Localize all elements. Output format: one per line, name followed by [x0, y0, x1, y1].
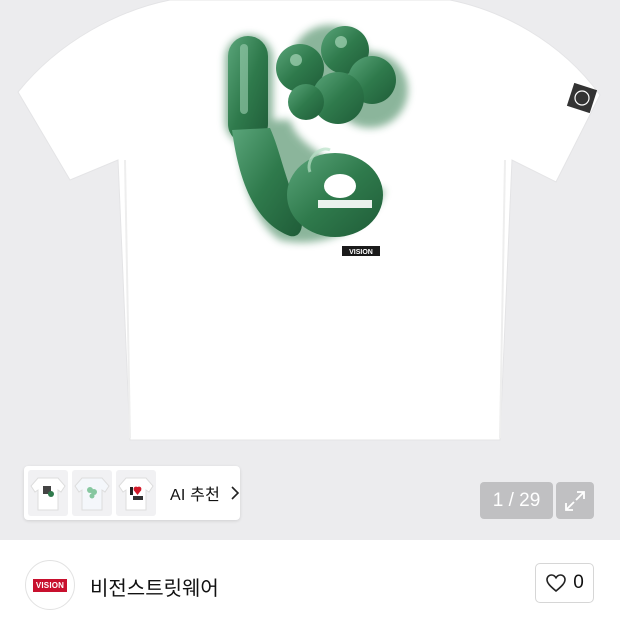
svg-text:VISION: VISION: [349, 249, 373, 256]
like-button[interactable]: 0: [535, 563, 594, 603]
heart-outline-icon: [546, 574, 567, 593]
shirt-thumb-1[interactable]: [28, 470, 68, 516]
expand-image-button[interactable]: [556, 482, 594, 519]
seller-logo-text: VISION: [32, 578, 68, 592]
like-count: 0: [573, 572, 584, 593]
ai-recommend-panel[interactable]: AI 추천: [24, 466, 240, 520]
tshirt-illustration: VISION: [17, 0, 601, 441]
shirt-thumb-2[interactable]: [72, 470, 112, 516]
expand-arrows-icon: [565, 490, 585, 511]
chevron-right-icon: [231, 486, 240, 500]
image-page-counter: 1 / 29: [480, 482, 553, 519]
seller-name[interactable]: 비전스트릿웨어: [90, 572, 219, 601]
seller-logo[interactable]: VISION: [25, 560, 75, 610]
ai-recommend-label[interactable]: AI 추천: [170, 481, 220, 505]
seller-bar: VISION 비전스트릿웨어 0: [0, 540, 620, 620]
shirt-thumb-3[interactable]: [116, 470, 156, 516]
product-image[interactable]: VISION: [0, 0, 620, 540]
